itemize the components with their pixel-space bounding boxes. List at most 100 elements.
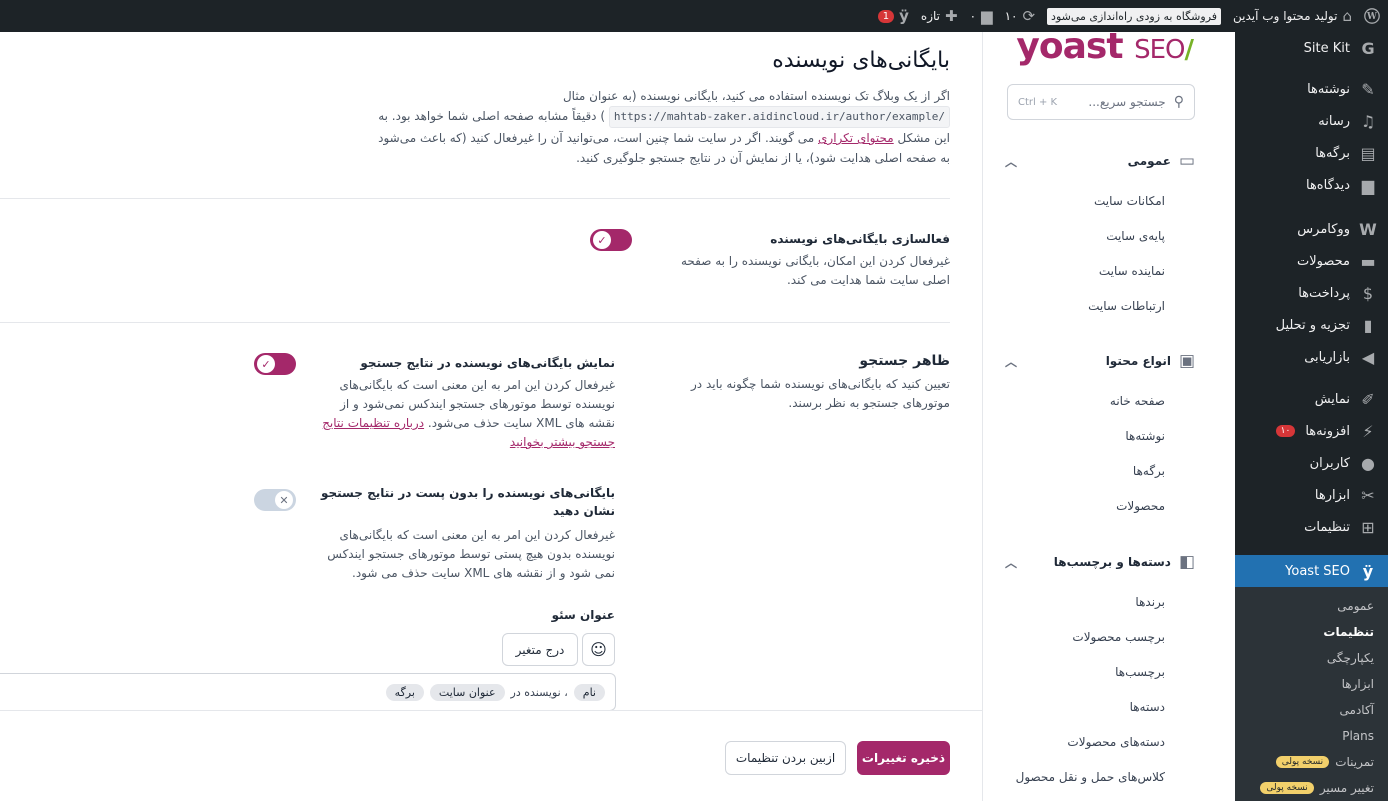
users-icon: ● <box>1361 453 1375 473</box>
show-in-search-toggle[interactable]: ✓ <box>254 353 296 375</box>
tools-icon: ✂ <box>1361 485 1375 505</box>
nav-item-categories[interactable]: دسته‌ها <box>1005 689 1195 724</box>
comments-icon: ▆ <box>1361 175 1375 195</box>
wordpress-logo-button[interactable]: W <box>1358 2 1386 30</box>
menu-item-users[interactable]: ● کاربران <box>1235 447 1388 479</box>
nav-item-brands[interactable]: برندها <box>1005 584 1195 619</box>
author-url-code: https://mahtab-zaker.aidincloud.ir/autho… <box>608 106 950 128</box>
field-label: بایگانی‌های نویسنده را بدون پست در نتایج… <box>320 486 615 518</box>
megaphone-icon: ◀ <box>1361 347 1375 367</box>
seo-title-label: عنوان سئو <box>551 608 615 622</box>
nav-item-product-categories[interactable]: دسته‌های محصولات <box>1005 724 1195 759</box>
emoji-button[interactable]: ☺ <box>582 633 615 666</box>
menu-item-pages[interactable]: ▤ برگه‌ها <box>1235 137 1388 169</box>
seo-title-text: ، نویسنده در <box>510 685 568 699</box>
nav-item-site-basics[interactable]: پایه‌ی سایت <box>1005 218 1195 253</box>
menu-item-posts[interactable]: ✎ نوشته‌ها <box>1235 73 1388 105</box>
nav-item-site-representation[interactable]: نماینده سایت <box>1005 253 1195 288</box>
yoast-submenu: عمومی تنظیمات یکپارچگی ابزارها آکادمی Pl… <box>1235 587 1388 801</box>
updates-link[interactable]: ⟳ ۱۰ <box>999 0 1041 32</box>
submenu-label: تنظیمات <box>1323 625 1374 639</box>
nav-section-header[interactable]: ▭ عمومی ︿ <box>1005 149 1195 173</box>
menu-item-payments[interactable]: $ پرداخت‌ها <box>1235 277 1388 309</box>
duplicate-content-link[interactable]: محتوای تکراری <box>818 131 894 145</box>
submenu-settings[interactable]: تنظیمات <box>1235 619 1388 645</box>
chevron-up-icon: ︿ <box>1005 555 1018 570</box>
section-title: انواع محتوا <box>1105 354 1171 368</box>
nav-item-label: نوشته‌ها <box>1125 428 1165 443</box>
nav-item-site-connections[interactable]: ارتباطات سایت <box>1005 288 1195 323</box>
yoast-icon: ÿ <box>1362 561 1374 581</box>
nav-item-product-tags[interactable]: برچسب محصولات <box>1005 619 1195 654</box>
submenu-redirects[interactable]: تغییر مسیر نسخه پولی <box>1235 775 1388 801</box>
nav-item-shipping-classes[interactable]: کلاس‌های حمل و نقل محصول <box>1005 759 1195 794</box>
logo-seo-text: SEO <box>1134 35 1185 65</box>
menu-item-tools[interactable]: ✂ ابزارها <box>1235 479 1388 511</box>
submenu-tools[interactable]: ابزارها <box>1235 671 1388 697</box>
yoast-icon: ÿ <box>899 6 909 25</box>
nav-item-homepage[interactable]: صفحه خانه <box>1005 383 1195 418</box>
menu-item-woocommerce[interactable]: W ووکامرس <box>1235 213 1388 245</box>
nav-section-header[interactable]: ▣ انواع محتوا ︿ <box>1005 349 1195 373</box>
yoast-adminbar-menu[interactable]: ÿ 1 <box>872 0 915 32</box>
field-label: نمایش بایگانی‌های نویسنده در نتایج جستجو <box>360 356 615 370</box>
store-notice[interactable]: فروشگاه به زودی راه‌اندازی می‌شود <box>1041 0 1227 32</box>
plus-icon: ✚ <box>945 6 958 25</box>
refresh-icon: ⟳ <box>1022 6 1036 25</box>
chevron-up-icon: ︿ <box>1005 354 1018 369</box>
settings-main: بایگانی‌های نویسنده اگر از یک وبلاگ تک ن… <box>0 32 982 801</box>
nav-item-products[interactable]: محصولات <box>1005 488 1195 523</box>
media-icon: ♫ <box>1360 111 1376 131</box>
comments-link[interactable]: ▆ ۰ <box>964 0 999 32</box>
no-posts-toggle[interactable]: ✕ <box>254 489 296 511</box>
yoast-notification-badge: 1 <box>877 9 895 23</box>
nav-item-site-features[interactable]: امکانات سایت <box>1005 183 1195 218</box>
show-in-search-field: نمایش بایگانی‌های نویسنده در نتایج جستجو… <box>315 356 615 452</box>
submenu-integrations[interactable]: یکپارچگی <box>1235 645 1388 671</box>
nav-item-pages[interactable]: برگه‌ها <box>1005 453 1195 488</box>
comment-icon: ▆ <box>981 6 993 25</box>
menu-item-yoast-seo[interactable]: ÿ Yoast SEO <box>1227 555 1388 587</box>
no-posts-field: بایگانی‌های نویسنده را بدون پست در نتایج… <box>315 484 615 583</box>
menu-label: برگه‌ها <box>1315 145 1350 161</box>
nav-item-label: برچسب محصولات <box>1072 629 1165 644</box>
submenu-workouts[interactable]: تمرینات نسخه پولی <box>1235 749 1388 775</box>
enable-author-archives-toggle[interactable]: ✓ <box>590 229 632 251</box>
variable-token-name: نام <box>573 683 605 701</box>
nav-item-label: محصولات <box>1116 498 1165 513</box>
menu-item-site-kit[interactable]: G Site Kit <box>1235 32 1388 64</box>
menu-label: تجزیه و تحلیل <box>1275 317 1350 333</box>
discard-changes-button[interactable]: ازبین بردن تنظیمات <box>725 741 846 775</box>
menu-item-products[interactable]: ▬ محصولات <box>1235 245 1388 277</box>
new-content-link[interactable]: ✚ تازه <box>915 0 964 32</box>
button-label: ذخیره تغییرات <box>861 751 946 765</box>
menu-item-marketing[interactable]: ◀ بازاریابی <box>1235 341 1388 373</box>
nav-section-header[interactable]: ◧ دسته‌ها و برچسب‌ها ︿ <box>1005 550 1195 574</box>
submenu-label: عمومی <box>1337 599 1374 613</box>
menu-item-comments[interactable]: ▆ دیدگاه‌ها <box>1235 169 1388 201</box>
field-description: غیرفعال کردن این امر به این معنی است که … <box>315 376 615 452</box>
nav-item-tags[interactable]: برچسب‌ها <box>1005 654 1195 689</box>
menu-item-settings[interactable]: ⊞ تنظیمات <box>1235 511 1388 543</box>
seo-title-input[interactable]: نام ، نویسنده در عنوان سایت برگه <box>0 673 616 711</box>
menu-item-plugins[interactable]: ⚡ افزونه‌ها ۱۰ <box>1235 415 1388 447</box>
submenu-academy[interactable]: آکادمی <box>1235 697 1388 723</box>
nav-item-posts[interactable]: نوشته‌ها <box>1005 418 1195 453</box>
x-icon: ✕ <box>275 491 293 509</box>
yoast-logo: yoast SEO/ <box>1016 32 1194 67</box>
quick-search-input[interactable]: ⚲ جستجو سریع... Ctrl + K <box>1007 84 1195 120</box>
menu-item-analytics[interactable]: ▮ تجزیه و تحلیل <box>1235 309 1388 341</box>
field-description: غیرفعال کردن این امر به این معنی است که … <box>327 528 615 580</box>
save-changes-button[interactable]: ذخیره تغییرات <box>857 741 950 775</box>
submenu-general[interactable]: عمومی <box>1235 593 1388 619</box>
woo-icon: W <box>1359 219 1377 239</box>
nav-item-label: دسته‌های محصولات <box>1067 734 1165 749</box>
insert-variable-button[interactable]: درج متغیر <box>502 633 578 666</box>
divider <box>0 198 950 199</box>
submenu-plans[interactable]: Plans <box>1235 723 1388 749</box>
menu-item-appearance[interactable]: ✐ نمایش <box>1235 383 1388 415</box>
home-icon: ⌂ <box>1342 6 1352 25</box>
search-placeholder: جستجو سریع... <box>1088 95 1166 109</box>
menu-item-media[interactable]: ♫ رسانه <box>1235 105 1388 137</box>
site-name-link[interactable]: ⌂ تولید محتوا وب آیدین <box>1227 0 1358 32</box>
